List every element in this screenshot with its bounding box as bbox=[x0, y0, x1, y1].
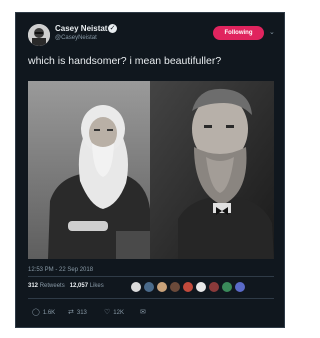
following-button[interactable]: Following bbox=[213, 26, 264, 40]
liker-avatar[interactable] bbox=[221, 281, 233, 293]
retweets-count[interactable]: 312 bbox=[28, 283, 38, 289]
liker-avatar[interactable] bbox=[143, 281, 155, 293]
like-count: 12K bbox=[113, 310, 124, 316]
likes-label[interactable]: Likes bbox=[90, 283, 104, 289]
tweet-text: which is handsomer? i mean beautifuller? bbox=[28, 55, 222, 67]
liker-avatar[interactable] bbox=[195, 281, 207, 293]
heart-icon: ♡ bbox=[104, 309, 111, 316]
author-handle[interactable]: @CaseyNeistat bbox=[55, 35, 97, 41]
retweet-button[interactable]: ⇄ 313 bbox=[68, 307, 87, 319]
likers-avatars[interactable] bbox=[130, 280, 247, 293]
reply-count: 1.6K bbox=[42, 310, 56, 316]
retweets-label[interactable]: Retweets bbox=[40, 283, 65, 289]
verified-badge-icon: ✓ bbox=[108, 24, 117, 33]
liker-avatar[interactable] bbox=[182, 281, 194, 293]
likes-count[interactable]: 12,057 bbox=[70, 283, 88, 289]
divider bbox=[28, 276, 274, 277]
author-name[interactable]: Casey Neistat bbox=[55, 24, 107, 33]
tweet-photo[interactable] bbox=[28, 81, 274, 259]
message-button[interactable]: ✉ bbox=[140, 307, 149, 319]
chevron-down-icon[interactable]: ⌄ bbox=[269, 28, 275, 36]
tweet-card: Casey Neistat ✓ @CaseyNeistat Following … bbox=[15, 12, 285, 328]
retweet-count: 313 bbox=[76, 310, 87, 316]
message-icon: ✉ bbox=[140, 309, 146, 316]
retweet-icon: ⇄ bbox=[68, 309, 74, 316]
tweet-actions: ◯ 1.6K ⇄ 313 ♡ 12K ✉ bbox=[28, 307, 274, 319]
author-avatar[interactable] bbox=[28, 24, 50, 46]
reply-icon: ◯ bbox=[32, 309, 40, 316]
reply-button[interactable]: ◯ 1.6K bbox=[32, 307, 55, 319]
liker-avatar[interactable] bbox=[234, 281, 246, 293]
liker-avatar[interactable] bbox=[130, 281, 142, 293]
engagement-stats: 312 Retweets 12,057 Likes bbox=[28, 283, 104, 289]
liker-avatar[interactable] bbox=[169, 281, 181, 293]
tweet-timestamp[interactable]: 12:53 PM - 22 Sep 2018 bbox=[28, 267, 93, 273]
divider bbox=[28, 298, 274, 299]
like-button[interactable]: ♡ 12K bbox=[104, 307, 124, 319]
liker-avatar[interactable] bbox=[208, 281, 220, 293]
liker-avatar[interactable] bbox=[156, 281, 168, 293]
